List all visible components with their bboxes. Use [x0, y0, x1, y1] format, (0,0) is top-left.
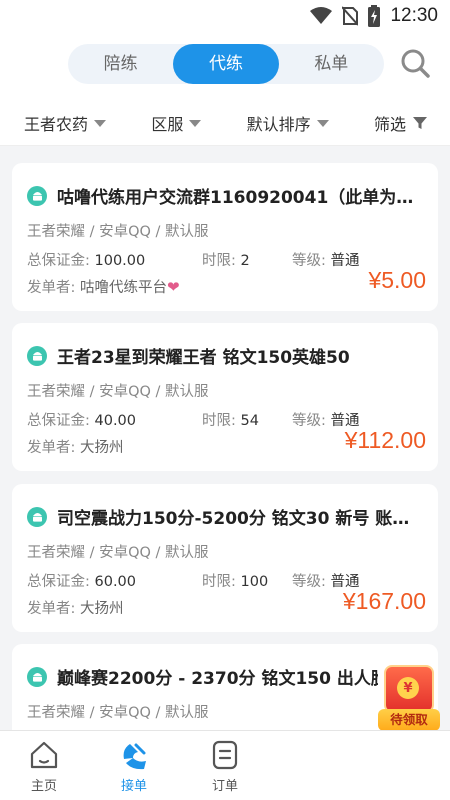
- tab-sparring[interactable]: 陪练: [68, 44, 173, 84]
- server-filter-label: 区服: [151, 114, 184, 134]
- time-limit-value: 100: [240, 574, 269, 590]
- bottom-nav: 主页 接单 订单: [0, 730, 450, 800]
- game-filter-label: 王者农药: [24, 114, 89, 134]
- chevron-down-icon: [189, 120, 202, 127]
- time-limit-label: 时限:: [202, 253, 236, 269]
- order-game-info: 王者荣耀 / 安卓QQ / 默认服: [27, 224, 209, 240]
- order-card[interactable]: 司空震战力150分-5200分 铭文30 新号 账… 王者荣耀 / 安卓QQ /…: [12, 484, 438, 632]
- order-card[interactable]: 咕噜代练用户交流群1160920041（此单为… 王者荣耀 / 安卓QQ / 默…: [12, 163, 438, 311]
- red-packet-promo[interactable]: ¥ 待领取: [378, 665, 440, 735]
- time-limit-value: 2: [240, 253, 250, 269]
- search-icon[interactable]: [400, 48, 430, 78]
- poster-label: 发单者:: [27, 440, 76, 456]
- nav-home[interactable]: 主页: [14, 731, 74, 800]
- order-card[interactable]: 巅峰赛2200分 - 2370分 铭文150 出人脸找 王者荣耀 / 安卓QQ …: [12, 644, 438, 730]
- order-price: ¥112.00: [344, 427, 426, 453]
- poster-label: 发单者:: [27, 280, 76, 296]
- header: 陪练 代练 私单: [0, 32, 450, 100]
- android-icon: [27, 666, 47, 687]
- coin-icon: ¥: [397, 677, 419, 699]
- advanced-filter[interactable]: 筛选: [374, 111, 428, 135]
- game-filter[interactable]: 王者农药: [24, 111, 107, 135]
- server-filter[interactable]: 区服: [151, 111, 202, 135]
- mode-tabs: 陪练 代练 私单: [68, 44, 384, 84]
- tab-private-order[interactable]: 私单: [279, 44, 384, 84]
- home-icon: [30, 741, 58, 769]
- level-label: 等级:: [292, 253, 326, 269]
- sort-filter[interactable]: 默认排序: [247, 111, 329, 135]
- time-limit-label: 时限:: [202, 413, 236, 429]
- wifi-icon: [310, 7, 333, 25]
- advanced-filter-label: 筛选: [373, 114, 406, 134]
- filter-bar: 王者农药 区服 默认排序 筛选: [0, 100, 450, 146]
- android-icon: [27, 185, 47, 206]
- poster-name: 大扬州: [80, 601, 124, 617]
- level-label: 等级:: [292, 413, 326, 429]
- poster-label: 发单者:: [27, 601, 76, 617]
- order-title: 王者23星到荣耀王者 铭文150英雄50: [57, 348, 350, 368]
- deposit-value: 60.00: [94, 574, 137, 590]
- take-order-icon: [123, 743, 146, 770]
- deposit-label: 总保证金:: [27, 253, 90, 269]
- no-sim-icon: [342, 6, 359, 26]
- nav-home-label: 主页: [30, 779, 57, 794]
- sort-filter-label: 默认排序: [246, 114, 311, 134]
- order-title: 司空震战力150分-5200分 铭文30 新号 账…: [57, 509, 410, 529]
- level-label: 等级:: [292, 574, 326, 590]
- order-price: ¥5.00: [368, 267, 426, 293]
- deposit-label: 总保证金:: [27, 413, 90, 429]
- time-limit-label: 时限:: [202, 574, 236, 590]
- status-bar: 12:30: [0, 0, 450, 32]
- android-icon: [27, 345, 47, 366]
- deposit-value: 100.00: [94, 253, 146, 269]
- nav-take-order[interactable]: 接单: [104, 731, 164, 800]
- order-price: ¥167.00: [342, 588, 426, 614]
- nav-orders[interactable]: 订单: [195, 731, 255, 800]
- android-icon: [27, 506, 47, 527]
- poster-name: 咕噜代练平台: [80, 280, 167, 296]
- chevron-down-icon: [94, 120, 107, 127]
- order-game-info: 王者荣耀 / 安卓QQ / 默认服: [27, 545, 209, 561]
- order-list: 咕噜代练用户交流群1160920041（此单为… 王者荣耀 / 安卓QQ / 默…: [0, 153, 450, 730]
- nav-orders-label: 订单: [211, 779, 238, 794]
- heart-icon: ❤: [167, 278, 180, 296]
- tab-boosting[interactable]: 代练: [173, 44, 279, 84]
- level-value: 普通: [330, 253, 360, 269]
- clock: 12:30: [390, 5, 438, 26]
- order-card[interactable]: 王者23星到荣耀王者 铭文150英雄50 王者荣耀 / 安卓QQ / 默认服 总…: [12, 323, 438, 471]
- order-game-info: 王者荣耀 / 安卓QQ / 默认服: [27, 384, 209, 400]
- promo-label: 待领取: [378, 709, 440, 731]
- order-game-info: 王者荣耀 / 安卓QQ / 默认服: [27, 705, 209, 721]
- deposit-label: 总保证金:: [27, 574, 90, 590]
- funnel-icon: [413, 116, 427, 129]
- order-list-icon: [212, 740, 238, 770]
- order-title: 咕噜代练用户交流群1160920041（此单为…: [57, 188, 414, 208]
- deposit-value: 40.00: [94, 413, 137, 429]
- chevron-down-icon: [316, 120, 329, 127]
- poster-name: 大扬州: [80, 440, 124, 456]
- nav-take-order-label: 接单: [120, 779, 147, 794]
- time-limit-value: 54: [240, 413, 259, 429]
- battery-charging-icon: [368, 5, 381, 27]
- order-title: 巅峰赛2200分 - 2370分 铭文150 出人脸找: [57, 669, 378, 689]
